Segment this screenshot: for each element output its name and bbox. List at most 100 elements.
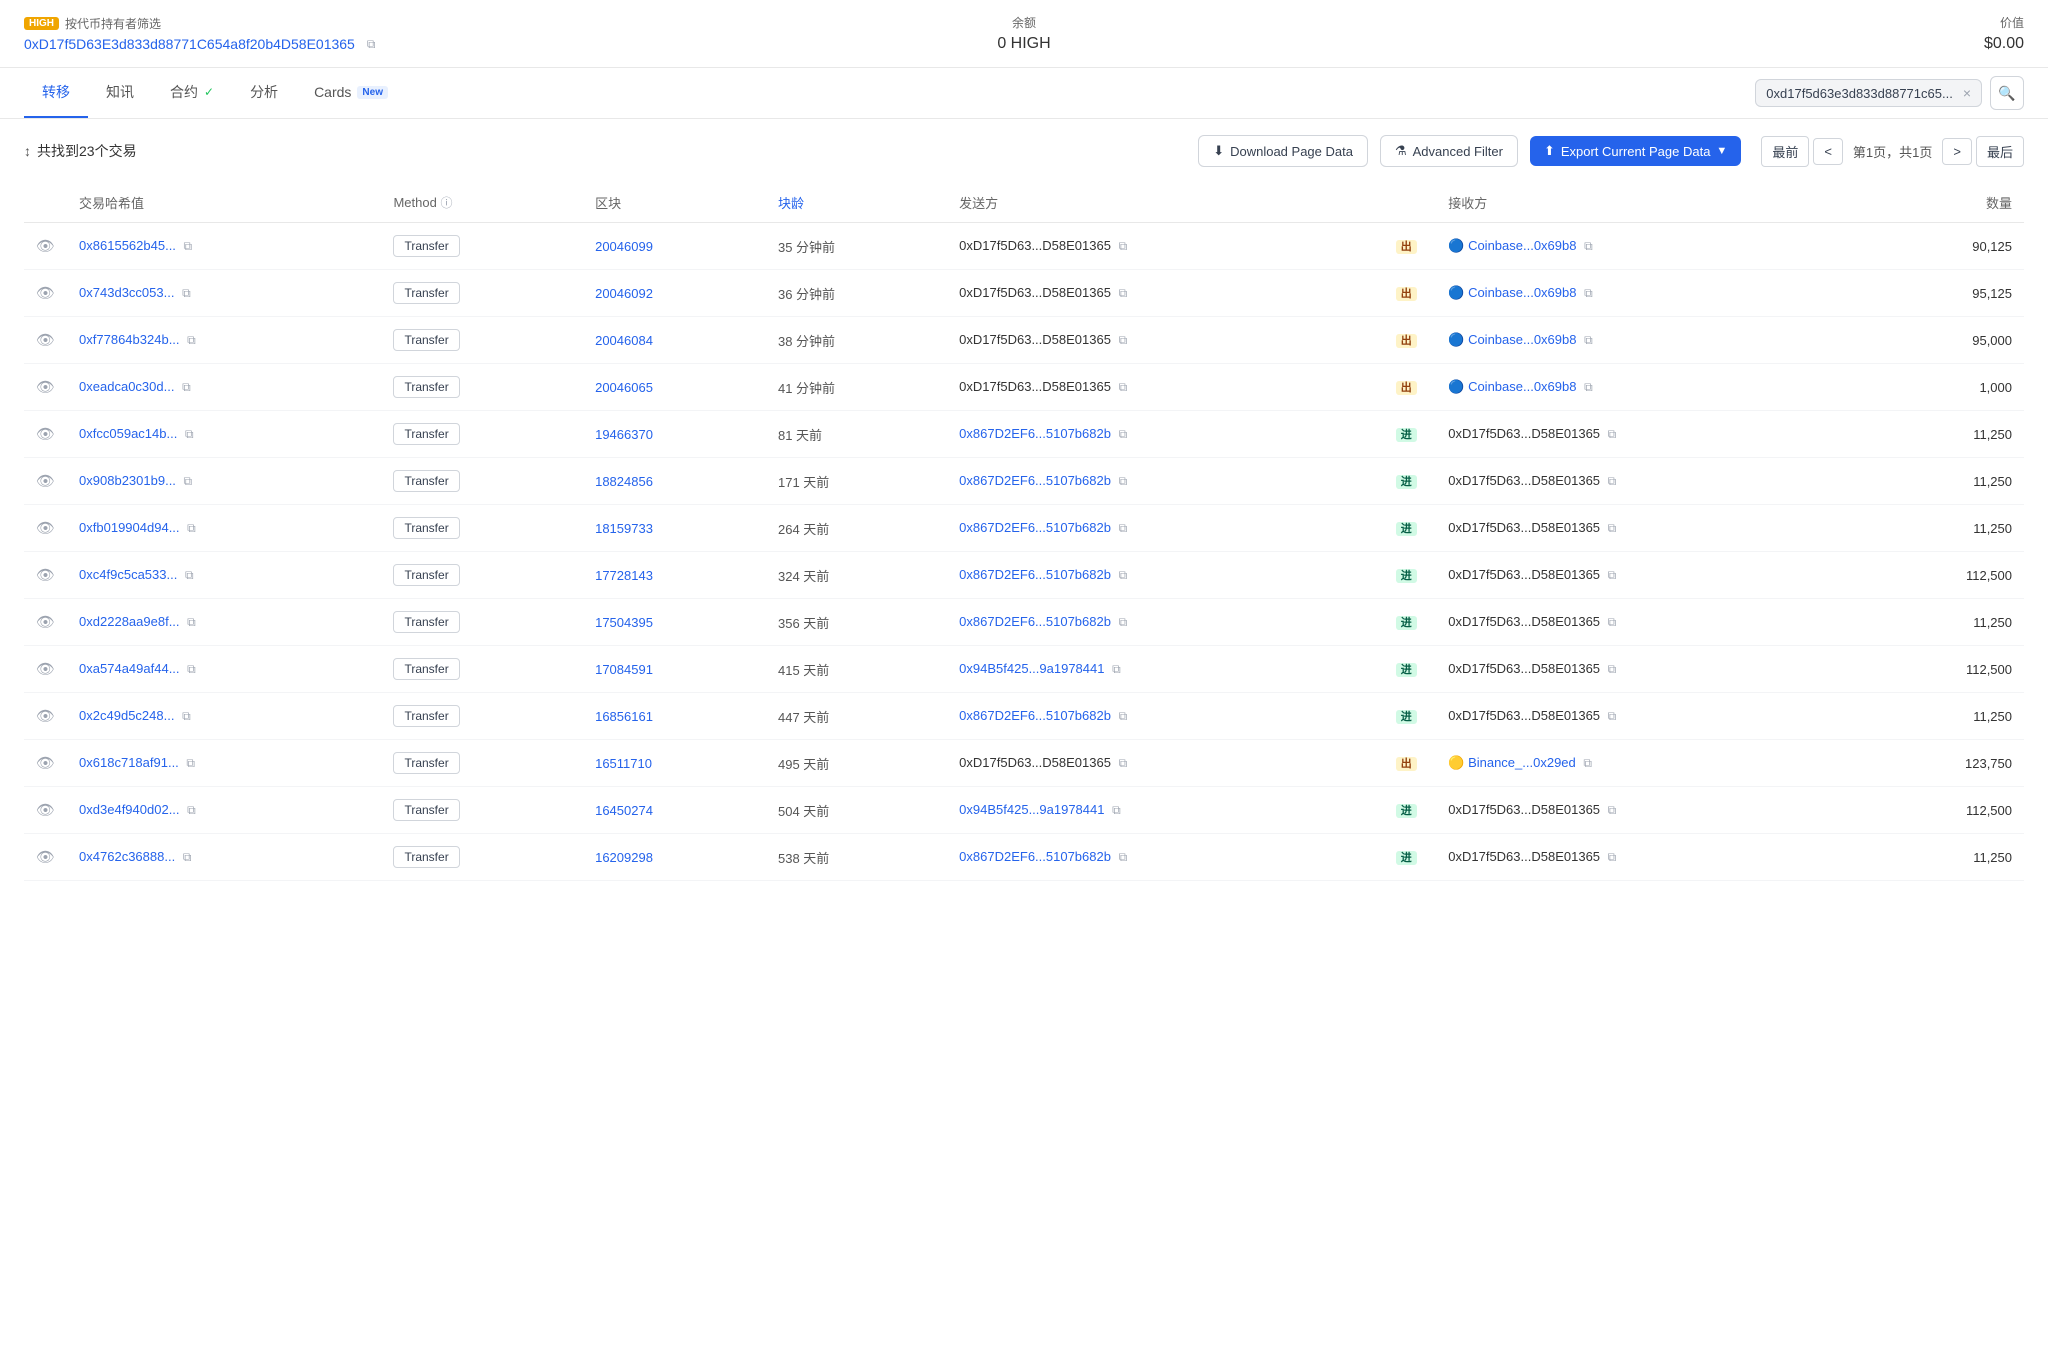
hash-copy-icon[interactable]: ⧉ [182, 709, 191, 723]
hash-copy-icon[interactable]: ⧉ [184, 239, 193, 253]
tab-contract[interactable]: 合约 ✓ [152, 68, 232, 118]
block-link[interactable]: 20046065 [595, 380, 653, 395]
receiver-copy-icon[interactable]: ⧉ [1608, 709, 1617, 723]
hash-copy-icon[interactable]: ⧉ [186, 756, 195, 770]
hash-copy-icon[interactable]: ⧉ [187, 333, 196, 347]
sender-link[interactable]: 0x94B5f425...9a1978441 [959, 661, 1104, 676]
eye-icon[interactable]: 👁 [36, 332, 55, 349]
sender-copy-icon[interactable]: ⧉ [1119, 239, 1128, 253]
hash-copy-icon[interactable]: ⧉ [182, 380, 191, 394]
tx-hash-link[interactable]: 0xd2228aa9e8f... [79, 614, 179, 629]
address-copy-icon[interactable]: ⧉ [367, 37, 376, 52]
block-link[interactable]: 17504395 [595, 615, 653, 630]
sender-link[interactable]: 0x867D2EF6...5107b682b [959, 614, 1111, 629]
last-page-button[interactable]: 最后 [1976, 136, 2024, 167]
hash-copy-icon[interactable]: ⧉ [187, 662, 196, 676]
eye-icon[interactable]: 👁 [36, 614, 55, 631]
advanced-filter-button[interactable]: ⚗ Advanced Filter [1380, 135, 1518, 167]
tx-hash-link[interactable]: 0xc4f9c5ca533... [79, 567, 177, 582]
sender-copy-icon[interactable]: ⧉ [1119, 380, 1128, 394]
address-chip[interactable]: 0xd17f5d63e3d833d88771c65... × [1755, 79, 1982, 107]
tx-hash-link[interactable]: 0x618c718af91... [79, 755, 179, 770]
tx-hash-link[interactable]: 0x743d3cc053... [79, 285, 174, 300]
download-page-data-button[interactable]: ⬇ Download Page Data [1198, 135, 1368, 167]
tx-hash-link[interactable]: 0xfcc059ac14b... [79, 426, 177, 441]
next-page-button[interactable]: > [1942, 138, 1972, 165]
block-link[interactable]: 17084591 [595, 662, 653, 677]
sender-link[interactable]: 0x867D2EF6...5107b682b [959, 473, 1111, 488]
sender-copy-icon[interactable]: ⧉ [1119, 756, 1128, 770]
sender-link[interactable]: 0x94B5f425...9a1978441 [959, 802, 1104, 817]
method-info-icon[interactable]: ⓘ [440, 196, 452, 210]
hash-copy-icon[interactable]: ⧉ [182, 286, 191, 300]
hash-copy-icon[interactable]: ⧉ [185, 568, 194, 582]
hash-copy-icon[interactable]: ⧉ [183, 850, 192, 864]
search-button[interactable]: 🔍 [1990, 76, 2024, 110]
sender-link[interactable]: 0x867D2EF6...5107b682b [959, 567, 1111, 582]
receiver-copy-icon[interactable]: ⧉ [1608, 662, 1617, 676]
eye-icon[interactable]: 👁 [36, 708, 55, 725]
sender-link[interactable]: 0x867D2EF6...5107b682b [959, 426, 1111, 441]
sender-copy-icon[interactable]: ⧉ [1119, 286, 1128, 300]
tx-hash-link[interactable]: 0xfb019904d94... [79, 520, 179, 535]
sender-copy-icon[interactable]: ⧉ [1119, 521, 1128, 535]
tx-hash-link[interactable]: 0xd3e4f940d02... [79, 802, 179, 817]
block-link[interactable]: 16450274 [595, 803, 653, 818]
receiver-copy-icon[interactable]: ⧉ [1584, 333, 1593, 347]
eye-icon[interactable]: 👁 [36, 755, 55, 772]
sender-link[interactable]: 0x867D2EF6...5107b682b [959, 708, 1111, 723]
sender-link[interactable]: 0x867D2EF6...5107b682b [959, 520, 1111, 535]
block-link[interactable]: 19466370 [595, 427, 653, 442]
eye-icon[interactable]: 👁 [36, 473, 55, 490]
receiver-copy-icon[interactable]: ⧉ [1608, 850, 1617, 864]
tx-hash-link[interactable]: 0x908b2301b9... [79, 473, 176, 488]
block-link[interactable]: 16511710 [595, 756, 652, 771]
eye-icon[interactable]: 👁 [36, 379, 55, 396]
tab-analysis[interactable]: 分析 [232, 68, 296, 118]
sender-copy-icon[interactable]: ⧉ [1119, 850, 1128, 864]
tx-hash-link[interactable]: 0xeadca0c30d... [79, 379, 174, 394]
sender-copy-icon[interactable]: ⧉ [1119, 709, 1128, 723]
sender-copy-icon[interactable]: ⧉ [1112, 662, 1121, 676]
sender-copy-icon[interactable]: ⧉ [1112, 803, 1121, 817]
hash-copy-icon[interactable]: ⧉ [187, 521, 196, 535]
sender-copy-icon[interactable]: ⧉ [1119, 615, 1128, 629]
receiver-copy-icon[interactable]: ⧉ [1584, 286, 1593, 300]
hash-copy-icon[interactable]: ⧉ [185, 427, 194, 441]
eye-icon[interactable]: 👁 [36, 520, 55, 537]
hash-copy-icon[interactable]: ⧉ [187, 803, 196, 817]
block-link[interactable]: 16209298 [595, 850, 653, 865]
block-link[interactable]: 16856161 [595, 709, 653, 724]
receiver-link[interactable]: Binance_...0x29ed [1468, 755, 1576, 770]
eye-icon[interactable]: 👁 [36, 802, 55, 819]
tx-hash-link[interactable]: 0xf77864b324b... [79, 332, 179, 347]
receiver-copy-icon[interactable]: ⧉ [1608, 474, 1617, 488]
sender-link[interactable]: 0x867D2EF6...5107b682b [959, 849, 1111, 864]
block-link[interactable]: 17728143 [595, 568, 653, 583]
receiver-link[interactable]: Coinbase...0x69b8 [1468, 285, 1576, 300]
prev-page-button[interactable]: < [1813, 138, 1843, 165]
receiver-link[interactable]: Coinbase...0x69b8 [1468, 379, 1576, 394]
receiver-link[interactable]: Coinbase...0x69b8 [1468, 238, 1576, 253]
eye-icon[interactable]: 👁 [36, 567, 55, 584]
sender-copy-icon[interactable]: ⧉ [1119, 427, 1128, 441]
receiver-copy-icon[interactable]: ⧉ [1608, 427, 1617, 441]
receiver-copy-icon[interactable]: ⧉ [1608, 568, 1617, 582]
tab-info[interactable]: 知讯 [88, 68, 152, 118]
block-link[interactable]: 18824856 [595, 474, 653, 489]
export-button[interactable]: ⬆ Export Current Page Data ▼ [1530, 136, 1741, 166]
receiver-copy-icon[interactable]: ⧉ [1608, 615, 1617, 629]
sender-copy-icon[interactable]: ⧉ [1119, 474, 1128, 488]
first-page-button[interactable]: 最前 [1761, 136, 1809, 167]
eye-icon[interactable]: 👁 [36, 238, 55, 255]
tab-cards[interactable]: Cards New [296, 70, 406, 116]
tx-hash-link[interactable]: 0x4762c36888... [79, 849, 175, 864]
sender-copy-icon[interactable]: ⧉ [1119, 333, 1128, 347]
receiver-copy-icon[interactable]: ⧉ [1584, 380, 1593, 394]
eye-icon[interactable]: 👁 [36, 426, 55, 443]
hash-copy-icon[interactable]: ⧉ [187, 615, 196, 629]
hash-copy-icon[interactable]: ⧉ [184, 474, 193, 488]
tx-hash-link[interactable]: 0x2c49d5c248... [79, 708, 174, 723]
block-link[interactable]: 18159733 [595, 521, 653, 536]
block-link[interactable]: 20046084 [595, 333, 653, 348]
